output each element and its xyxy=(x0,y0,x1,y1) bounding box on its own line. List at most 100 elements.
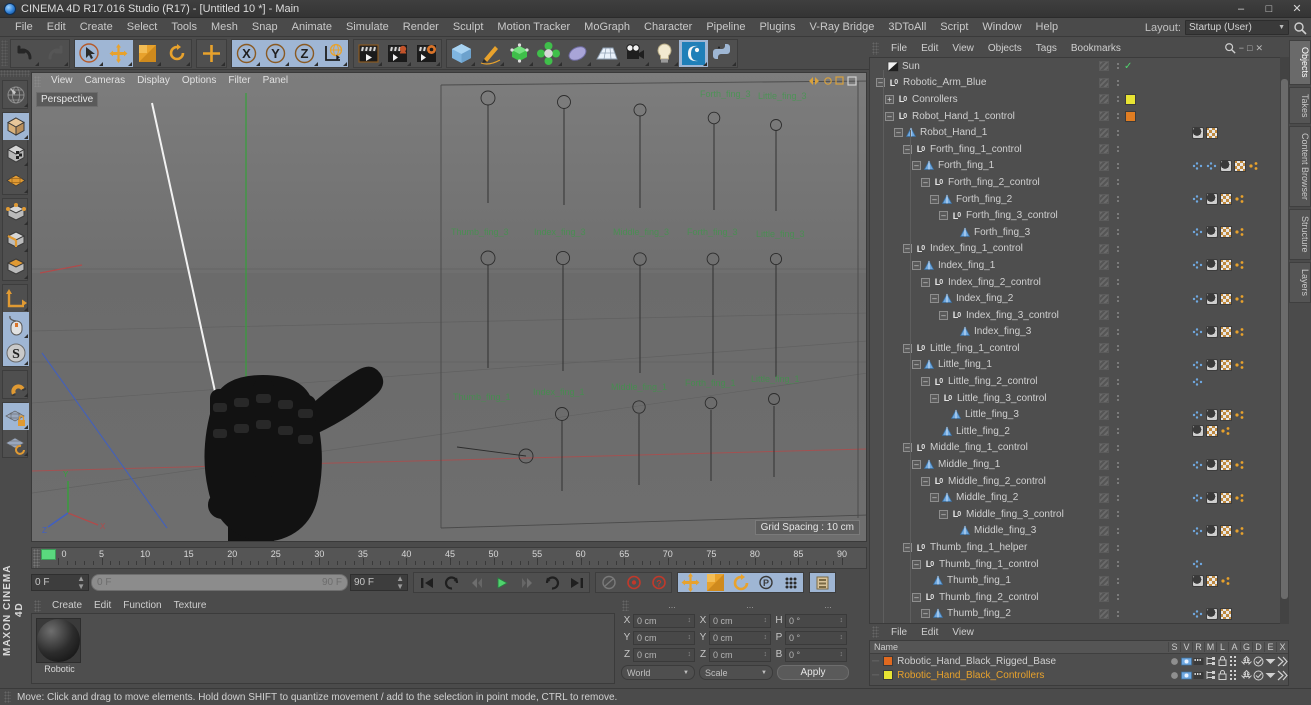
object-tree[interactable]: Sun – L 0 Robotic_Arm_Blue + L 0 Conrollers – L 0 Ro… xyxy=(870,58,1096,623)
left-toolbar-grip[interactable] xyxy=(0,70,30,77)
collapse-toggle-icon[interactable]: – xyxy=(921,377,930,387)
object-menu-edit[interactable]: Edit xyxy=(914,43,945,54)
layer-cell-M[interactable] xyxy=(1204,670,1216,680)
object-row-index_fing_2[interactable]: – Index_fing_2 xyxy=(870,290,1096,307)
dropdown-corner-icon[interactable] xyxy=(529,61,533,66)
object-tag-row[interactable] xyxy=(1096,274,1288,291)
material-menu-function[interactable]: Function xyxy=(117,600,167,611)
dropdown-corner-icon[interactable] xyxy=(99,61,103,66)
visibility-dots-icon[interactable] xyxy=(1099,559,1109,570)
layer-cell-S[interactable] xyxy=(1168,671,1180,680)
menu-motion-tracker[interactable]: Motion Tracker xyxy=(490,18,577,37)
rotate-button[interactable] xyxy=(162,40,191,67)
layer-cell-V[interactable] xyxy=(1180,671,1192,680)
layer-row[interactable]: ─ Robotic_Hand_Black_Controllers xyxy=(870,668,1288,682)
object-tag-row[interactable] xyxy=(1096,75,1288,92)
visibility-toggle-dots[interactable] xyxy=(1114,478,1122,485)
texture-tag-icon[interactable] xyxy=(1220,491,1232,504)
layer-col-M[interactable]: M xyxy=(1204,642,1216,652)
layer-col-V[interactable]: V xyxy=(1180,642,1192,652)
coord-size-field[interactable]: 0 cm ↕ xyxy=(709,630,771,645)
dropdown-corner-icon[interactable] xyxy=(35,61,39,66)
constraint-tag-icon[interactable] xyxy=(1248,160,1260,172)
current-frame-field[interactable]: 0 F ▲ ▼ xyxy=(31,574,89,591)
visibility-dots-icon[interactable] xyxy=(1099,77,1109,88)
material-manager-grip[interactable] xyxy=(34,599,41,612)
object-menu-tags[interactable]: Tags xyxy=(1029,43,1064,54)
layer-col-D[interactable]: D xyxy=(1252,642,1264,652)
object-row-index_fing_3_control[interactable]: – L 0 Index_fing_3_control xyxy=(870,307,1096,324)
visibility-toggle-dots[interactable] xyxy=(1114,511,1122,518)
dropdown-corner-icon[interactable] xyxy=(24,361,28,365)
object-row-robot_hand_1[interactable]: – Robot_Hand_1 xyxy=(870,124,1096,141)
constraint-tag-icon[interactable] xyxy=(1220,425,1232,437)
layer-menu-edit[interactable]: Edit xyxy=(914,627,945,638)
visibility-dots-icon[interactable] xyxy=(1099,61,1109,72)
constraint-tag-icon[interactable] xyxy=(1234,409,1246,421)
visibility-dots-icon[interactable] xyxy=(1099,359,1109,370)
viewport-menu-options[interactable]: Options xyxy=(176,74,222,88)
dropdown-corner-icon[interactable] xyxy=(221,61,225,66)
visibility-toggle-dots[interactable] xyxy=(1114,63,1122,70)
object-tag-row[interactable]: ✓ xyxy=(1096,58,1288,75)
object-tag-row[interactable] xyxy=(1096,290,1288,307)
minimize-icon[interactable]: − xyxy=(1239,43,1244,53)
constraint-tag-icon[interactable] xyxy=(1234,359,1246,371)
lock-y-button[interactable]: Y xyxy=(261,39,290,67)
environment-button[interactable] xyxy=(563,40,592,67)
dropdown-corner-icon[interactable] xyxy=(128,61,132,66)
object-row-forth_fing_2_control[interactable]: – L 0 Forth_fing_2_control xyxy=(870,174,1096,191)
visibility-toggle-dots[interactable] xyxy=(1114,527,1122,534)
texture-tag-icon[interactable] xyxy=(1220,259,1232,272)
menu-render[interactable]: Render xyxy=(396,18,446,37)
visibility-dots-icon[interactable] xyxy=(1099,492,1109,503)
visibility-toggle-dots[interactable] xyxy=(1114,229,1122,236)
close-button[interactable]: ✕ xyxy=(1283,0,1311,18)
animation-tag-icon[interactable] xyxy=(1192,376,1204,388)
layer-cell-X[interactable] xyxy=(1276,670,1288,681)
animation-tag-icon[interactable] xyxy=(1192,193,1204,205)
collapse-toggle-icon[interactable]: – xyxy=(912,460,921,470)
stepper-icon[interactable]: ↕ xyxy=(840,634,844,641)
layer-cell-E[interactable] xyxy=(1264,657,1276,666)
dock-tab-layers[interactable]: Layers xyxy=(1289,261,1311,303)
collapse-toggle-icon[interactable]: – xyxy=(921,177,930,187)
dropdown-corner-icon[interactable] xyxy=(24,307,28,311)
object-tag-row[interactable] xyxy=(1096,456,1288,473)
visibility-toggle-dots[interactable] xyxy=(1114,494,1122,501)
object-tag-row[interactable] xyxy=(1096,124,1288,141)
object-tag-row[interactable] xyxy=(1096,224,1288,241)
layer-cell-R[interactable] xyxy=(1192,671,1204,680)
object-tag-row[interactable] xyxy=(1096,406,1288,423)
visibility-toggle-dots[interactable] xyxy=(1114,345,1122,352)
edges-mode-button[interactable] xyxy=(3,226,29,253)
material-tag-icon[interactable] xyxy=(1192,574,1204,587)
timeline-layers-button[interactable] xyxy=(810,573,835,592)
constraint-tag-icon[interactable] xyxy=(1220,575,1232,587)
visibility-dots-icon[interactable] xyxy=(1099,210,1109,221)
object-tag-row[interactable] xyxy=(1096,423,1288,440)
texture-tag-icon[interactable] xyxy=(1206,126,1218,139)
visibility-dots-icon[interactable] xyxy=(1099,459,1109,470)
constraint-tag-icon[interactable] xyxy=(1234,326,1246,338)
model-mode-button[interactable] xyxy=(3,113,29,140)
object-row-index_fing_3[interactable]: Index_fing_3 xyxy=(870,324,1096,341)
visibility-dots-icon[interactable] xyxy=(1099,227,1109,238)
material-tag-icon[interactable] xyxy=(1206,408,1218,421)
redo-button[interactable] xyxy=(40,40,69,67)
collapse-toggle-icon[interactable]: – xyxy=(912,161,921,171)
generators-button[interactable] xyxy=(505,40,534,67)
toolbar-grip[interactable] xyxy=(1,40,8,66)
viewport-menu-grip[interactable] xyxy=(34,75,41,87)
world-axis-button[interactable] xyxy=(197,40,226,67)
object-menu-file[interactable]: File xyxy=(884,43,914,54)
object-tag-row[interactable] xyxy=(1096,91,1288,108)
viewport-menu-view[interactable]: View xyxy=(45,74,79,88)
menu-mograph[interactable]: MoGraph xyxy=(577,18,637,37)
object-tag-row[interactable] xyxy=(1096,556,1288,573)
search-icon[interactable] xyxy=(1224,42,1236,54)
animation-tag-icon[interactable] xyxy=(1192,558,1204,570)
layer-manager-body[interactable]: Name SVRMLAGDEX ─ Robotic_Hand_Black_Rigg… xyxy=(869,640,1289,686)
visibility-toggle-dots[interactable] xyxy=(1114,444,1122,451)
visibility-dots-icon[interactable] xyxy=(1099,476,1109,487)
